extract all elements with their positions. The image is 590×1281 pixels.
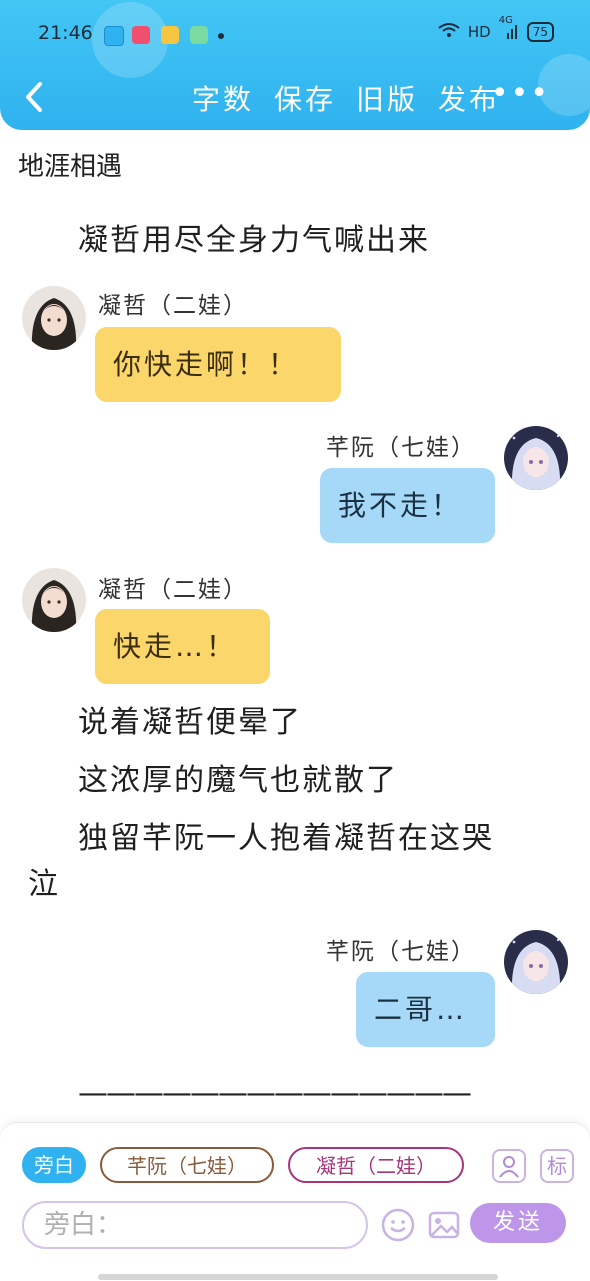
message-bubble-right[interactable]: 我不走！ bbox=[320, 468, 495, 543]
qq-notification-icon bbox=[104, 26, 124, 46]
send-button[interactable]: 发送 bbox=[470, 1203, 566, 1243]
status-time: 21:46 bbox=[38, 22, 93, 44]
speaker-name: 凝哲（二娃） bbox=[98, 293, 248, 319]
speaker-name: 凝哲（二娃） bbox=[98, 577, 248, 603]
person-icon bbox=[499, 1156, 519, 1178]
narration-text: 这浓厚的魔气也就散了 bbox=[78, 763, 398, 798]
image-icon bbox=[428, 1211, 460, 1239]
nav-bar: 字数 保存 旧版 发布 ••• bbox=[0, 70, 590, 126]
role-chip-ningzhe[interactable]: 凝哲（二娃） bbox=[288, 1147, 464, 1183]
avatar-qianruan[interactable] bbox=[504, 426, 568, 490]
role-chip-qianruan[interactable]: 芊阮（七娃） bbox=[100, 1147, 274, 1183]
word-count-button[interactable]: 字数 bbox=[192, 78, 254, 118]
reader-notification-icon bbox=[161, 26, 179, 44]
old-version-button[interactable]: 旧版 bbox=[356, 78, 418, 118]
character-button[interactable] bbox=[492, 1149, 526, 1183]
character-portrait-icon bbox=[504, 426, 568, 490]
tag-button[interactable]: 标 bbox=[540, 1149, 574, 1183]
system-indicators: HD 4G 75 bbox=[438, 15, 554, 42]
role-chip-narrator[interactable]: 旁白 bbox=[22, 1147, 86, 1183]
app-notification-icon bbox=[190, 26, 208, 44]
hd-label: HD bbox=[467, 23, 491, 41]
avatar-ningzhe[interactable] bbox=[22, 568, 86, 632]
message-bubble-left[interactable]: 快走…！ bbox=[95, 609, 270, 684]
story-title: 地涯相遇 bbox=[18, 152, 123, 182]
speaker-name: 芊阮（七娃） bbox=[326, 435, 476, 461]
app-header: 21:46 HD 4G 75 字数 保存 旧版 发布 ••• bbox=[0, 0, 590, 130]
emoji-button[interactable] bbox=[380, 1207, 416, 1243]
image-button[interactable] bbox=[426, 1207, 462, 1243]
nav-actions: 字数 保存 旧版 发布 bbox=[192, 78, 500, 118]
video-notification-icon bbox=[132, 26, 150, 44]
home-indicator bbox=[98, 1274, 498, 1280]
input-panel: 旁白 芊阮（七娃） 凝哲（二娃） 标 发送 bbox=[0, 1122, 590, 1281]
more-menu-button[interactable]: ••• bbox=[491, 76, 550, 111]
more-notifications-dot bbox=[218, 33, 224, 39]
speaker-name: 芊阮（七娃） bbox=[326, 939, 476, 965]
wifi-icon bbox=[438, 22, 460, 42]
section-divider: —————————————— bbox=[78, 1076, 472, 1111]
save-button[interactable]: 保存 bbox=[274, 78, 336, 118]
battery-icon: 75 bbox=[526, 22, 554, 42]
message-bubble-left[interactable]: 你快走啊！！ bbox=[95, 327, 341, 402]
message-input[interactable] bbox=[22, 1201, 368, 1249]
avatar-ningzhe[interactable] bbox=[22, 286, 86, 350]
narration-text: 独留芊阮一人抱着凝哲在这哭泣 bbox=[28, 821, 494, 902]
character-portrait-icon bbox=[22, 568, 86, 632]
chevron-left-icon bbox=[26, 82, 42, 112]
status-bar: 21:46 HD 4G 75 bbox=[0, 15, 590, 54]
signal-icon: 4G bbox=[499, 15, 519, 42]
narration-text: 说着凝哲便晕了 bbox=[78, 705, 302, 740]
smiley-icon bbox=[381, 1208, 415, 1242]
character-portrait-icon bbox=[504, 930, 568, 994]
narration-text: 凝哲用尽全身力气喊出来 bbox=[78, 223, 430, 258]
message-bubble-right[interactable]: 二哥… bbox=[356, 972, 495, 1047]
back-button[interactable] bbox=[18, 80, 52, 114]
avatar-qianruan[interactable] bbox=[504, 930, 568, 994]
character-portrait-icon bbox=[22, 286, 86, 350]
